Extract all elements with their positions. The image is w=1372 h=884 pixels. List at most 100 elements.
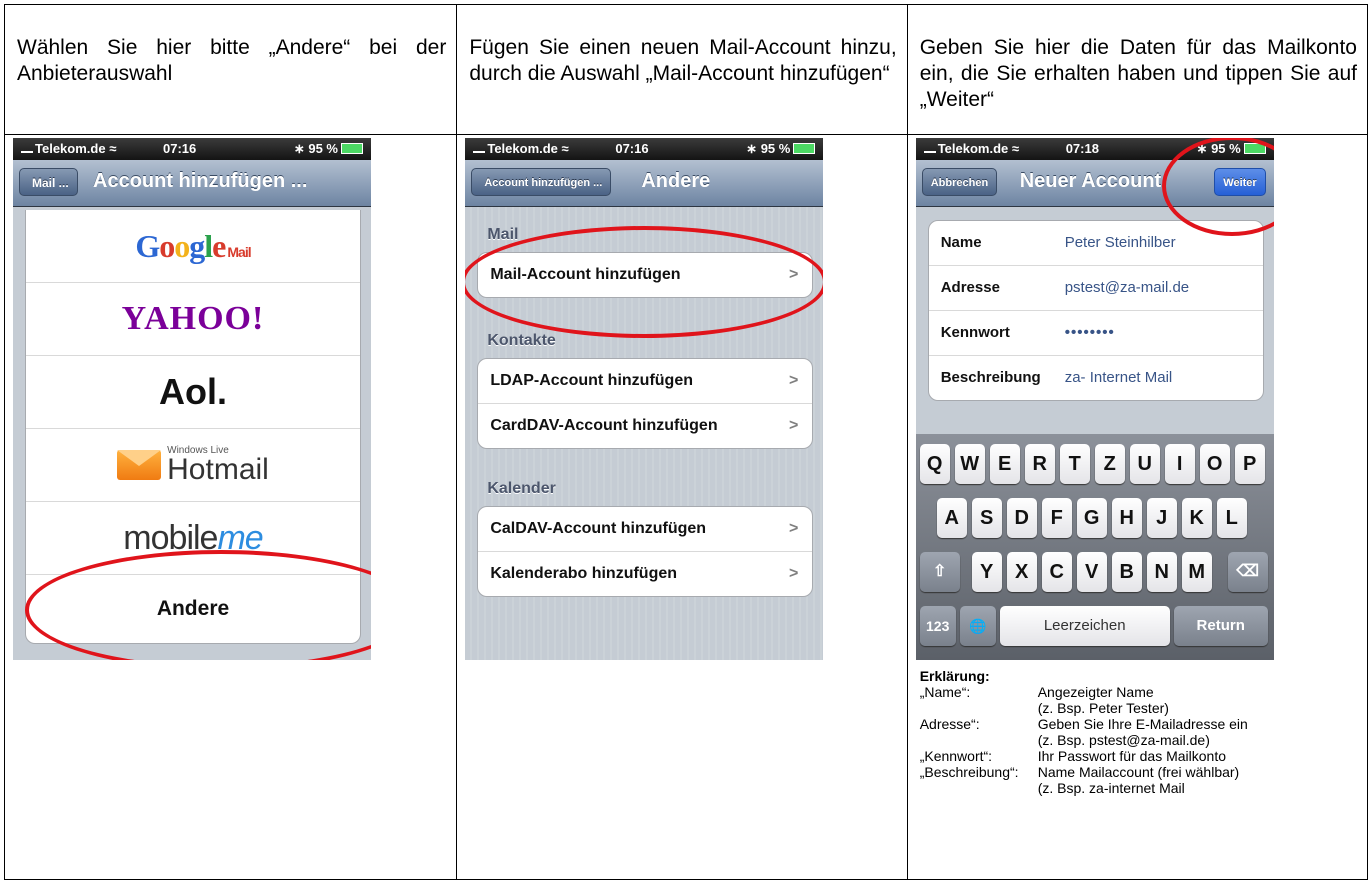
group-label-kontakte: Kontakte — [487, 332, 556, 349]
shift-key-icon[interactable]: ⇧ — [919, 552, 960, 592]
key[interactable]: K — [1181, 498, 1212, 538]
key[interactable]: H — [1111, 498, 1142, 538]
key[interactable]: R — [1024, 444, 1055, 484]
return-key[interactable]: Return — [1173, 606, 1268, 646]
battery-icon — [793, 143, 816, 154]
field-adresse[interactable]: Adresse pstest@za-mail.de — [928, 266, 1263, 311]
instruction-table: Wählen Sie hier bitte „Andere“ bei der A… — [3, 4, 1369, 880]
explanation-row: Adresse“: Geben Sie Ihre E-Mailadresse ei… — [919, 716, 1248, 732]
group-label-mail: Mail — [487, 226, 519, 243]
nav-title: Andere — [641, 170, 711, 192]
address-input[interactable]: pstest@za-mail.de — [1065, 266, 1189, 310]
row-kalenderabo[interactable]: Kalenderabo hinzufügen > — [478, 552, 812, 596]
instruction-text-3: Geben Sie hier die Daten für das Mailkon… — [919, 36, 1357, 111]
key[interactable]: Z — [1094, 444, 1125, 484]
keyboard-row-2: A S D F G H J K L — [916, 498, 1274, 542]
key[interactable]: F — [1041, 498, 1072, 538]
name-input[interactable]: Peter Steinhilber — [1065, 221, 1176, 265]
cancel-button[interactable]: Abbrechen — [921, 168, 998, 196]
key[interactable]: O — [1199, 444, 1230, 484]
key[interactable]: J — [1146, 498, 1177, 538]
field-beschreibung[interactable]: Beschreibung za- Internet Mail — [929, 356, 1263, 400]
instruction-cell-3: Geben Sie hier die Daten für das Mailkon… — [906, 4, 1369, 135]
chevron-right-icon: > — [789, 417, 799, 434]
explanation-row: „Kennwort“: Ihr Passwort für das Mailkont… — [919, 748, 1226, 764]
signal-icon — [21, 142, 33, 153]
key[interactable]: B — [1111, 552, 1142, 592]
aol-logo: Aol. — [159, 371, 227, 412]
key[interactable]: D — [1006, 498, 1037, 538]
carrier-name: Telekom.de — [487, 141, 558, 156]
wifi-icon: ≈ — [561, 141, 569, 156]
provider-yahoo[interactable]: YAHOO! — [26, 283, 360, 356]
keyboard-row-4: 123 🌐 Leerzeichen Return — [916, 606, 1274, 650]
key[interactable]: U — [1129, 444, 1160, 484]
battery-percent: 95 % — [308, 141, 338, 156]
key[interactable]: S — [971, 498, 1002, 538]
description-input[interactable]: za- Internet Mail — [1065, 356, 1173, 400]
key[interactable]: I — [1164, 444, 1195, 484]
key[interactable]: A — [936, 498, 967, 538]
provider-aol[interactable]: Aol. — [26, 356, 360, 429]
bluetooth-icon: ∗ — [746, 141, 758, 156]
document-page: Wählen Sie hier bitte „Andere“ bei der A… — [0, 0, 1372, 884]
group-label-kalender: Kalender — [487, 480, 556, 497]
key[interactable]: N — [1146, 552, 1177, 592]
key[interactable]: T — [1059, 444, 1090, 484]
back-button[interactable]: Mail ... — [19, 168, 78, 196]
status-time: 07:18 — [1065, 141, 1099, 156]
key[interactable]: E — [989, 444, 1020, 484]
nav-bar: Mail ... Account hinzufügen ... — [13, 160, 371, 207]
keyboard-row-1: Q W E R T Z U I O P — [916, 444, 1274, 488]
phone-screen-providers: Telekom.de ≈ 07:16 ∗ 95 % Mail ... Accou… — [13, 138, 371, 660]
explanation-row: (z. Bsp. pstest@za-mail.de) — [1037, 732, 1210, 748]
key[interactable]: W — [954, 444, 985, 484]
instruction-cell-2: Fügen Sie einen neuen Mail-Account hinzu… — [456, 4, 908, 135]
phone-screen-andere: Telekom.de ≈ 07:16 ∗ 95 % Account hinzuf… — [465, 138, 824, 660]
chevron-right-icon: > — [789, 520, 799, 537]
key[interactable]: X — [1006, 552, 1037, 592]
envelope-icon — [117, 450, 162, 480]
chevron-right-icon: > — [789, 565, 799, 582]
signal-icon — [923, 142, 936, 153]
key[interactable]: P — [1234, 444, 1265, 484]
carrier-name: Telekom.de — [35, 141, 106, 156]
status-time: 07:16 — [163, 141, 197, 156]
explanation-title: Erklärung: — [919, 668, 990, 684]
row-ldap-account[interactable]: LDAP-Account hinzufügen > — [478, 359, 813, 404]
explanation-row: (z. Bsp. Peter Tester) — [1037, 700, 1169, 716]
row-caldav-account[interactable]: CalDAV-Account hinzufügen > — [478, 507, 813, 552]
space-key[interactable]: Leerzeichen — [999, 606, 1170, 646]
chevron-right-icon: > — [789, 372, 799, 389]
key[interactable]: C — [1041, 552, 1072, 592]
bluetooth-icon: ∗ — [293, 141, 305, 156]
provider-google[interactable]: Google Mail — [26, 210, 360, 283]
backspace-key-icon[interactable]: ⌫ — [1227, 552, 1268, 592]
key[interactable]: V — [1076, 552, 1107, 592]
signal-icon — [473, 142, 486, 153]
group-kontakte: LDAP-Account hinzufügen > CardDAV-Account… — [477, 358, 814, 449]
highlight-ellipse-mail-account — [465, 226, 824, 338]
screenshot-cell-3: Telekom.de ≈ 07:18 ∗ 95 % Abbrechen Neue… — [906, 134, 1369, 880]
field-kennwort[interactable]: Kennwort •••••••• — [928, 311, 1263, 356]
key[interactable]: Y — [971, 552, 1002, 592]
key[interactable]: G — [1076, 498, 1107, 538]
nav-title: Account hinzufügen ... — [93, 170, 308, 192]
onscreen-keyboard: Q W E R T Z U I O P A S D F G H J K L ⇧ … — [915, 434, 1274, 660]
status-time: 07:16 — [615, 141, 649, 156]
nav-title: Neuer Account — [1019, 170, 1162, 192]
provider-hotmail[interactable]: Windows Live Hotmail — [26, 429, 360, 502]
back-button[interactable]: Account hinzufügen ... — [471, 168, 612, 196]
yahoo-logo: YAHOO! — [121, 300, 265, 337]
nav-bar: Account hinzufügen ... Andere — [465, 160, 824, 207]
password-input[interactable]: •••••••• — [1065, 311, 1115, 355]
numbers-key[interactable]: 123 — [919, 606, 956, 646]
globe-key-icon[interactable]: 🌐 — [959, 606, 996, 646]
key[interactable]: L — [1216, 498, 1247, 538]
key[interactable]: Q — [919, 444, 950, 484]
key[interactable]: M — [1181, 552, 1212, 592]
screenshot-cell-2: Telekom.de ≈ 07:16 ∗ 95 % Account hinzuf… — [456, 134, 908, 880]
row-carddav-account[interactable]: CardDAV-Account hinzufügen > — [478, 404, 812, 448]
instruction-cell-1: Wählen Sie hier bitte „Andere“ bei der A… — [3, 4, 458, 135]
explanation-row: „Name“: Angezeigter Name — [919, 684, 1154, 700]
